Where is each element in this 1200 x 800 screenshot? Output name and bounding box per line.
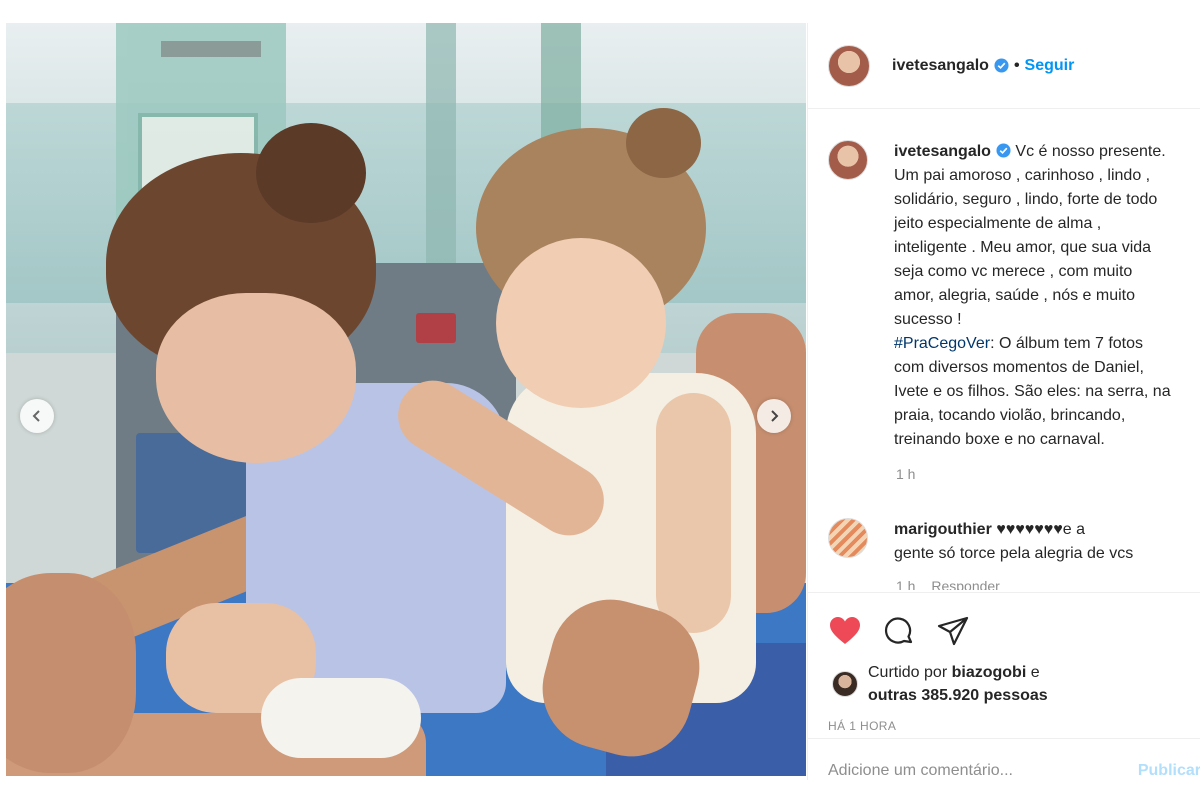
like-button[interactable] — [828, 614, 862, 648]
liked-by-suffix: e — [1030, 664, 1040, 681]
caption-text-line: amor, alegria, saúde , nós e muito — [894, 287, 1136, 304]
post-photo[interactable] — [6, 23, 806, 776]
liker-username[interactable]: biazogobi — [952, 664, 1027, 681]
post-sidebar: ivetesangalo • Seguir ivetesangalo Vc é … — [807, 23, 1200, 780]
commenter-username[interactable]: marigouthier — [894, 521, 992, 538]
post-time-ago[interactable]: HÁ 1 HORA — [808, 719, 1200, 733]
caption-text-line: Vc é nosso presente. — [1015, 143, 1166, 160]
share-button[interactable] — [936, 614, 970, 648]
caption-text-line: sucesso ! — [894, 311, 962, 328]
comment-input[interactable]: Adicione um comentário... — [828, 762, 1013, 780]
verified-badge-icon — [994, 58, 1009, 73]
carousel-prev-button[interactable] — [20, 399, 54, 433]
alt-text-line: Ivete e os filhos. São eles: na serra, n… — [894, 383, 1171, 400]
separator-dot: • — [1013, 56, 1020, 74]
reply-button[interactable]: Responder — [931, 578, 1000, 590]
caption-text-line: solidário, seguro , lindo, forte de todo — [894, 191, 1158, 208]
carousel-next-button[interactable] — [757, 399, 791, 433]
alt-text-line: com diversos momentos de Daniel, — [894, 359, 1144, 376]
heart-filled-icon — [830, 617, 860, 644]
caption-text-line: seja como vc merece , com muito — [894, 263, 1133, 280]
verified-badge-icon — [996, 143, 1011, 158]
liker-avatar[interactable] — [832, 671, 858, 697]
share-icon — [937, 616, 969, 646]
post-caption: ivetesangalo Vc é nosso presente. Um pai… — [808, 110, 1200, 452]
publish-button[interactable]: Publicar — [1138, 762, 1200, 780]
liked-by: Curtido por biazogobi e outras 385.920 p… — [808, 661, 1200, 707]
caption-username[interactable]: ivetesangalo — [894, 143, 991, 160]
comment-text: gente só torce pela alegria de vcs — [894, 545, 1134, 562]
comment-meta: 1 h Responder — [896, 578, 1200, 590]
caption-timestamp[interactable]: 1 h — [896, 466, 1200, 482]
author-avatar[interactable] — [828, 44, 870, 87]
chevron-left-icon — [32, 410, 40, 422]
comment-text: e a — [1062, 521, 1085, 538]
add-comment-bar: Adicione um comentário... Publicar — [808, 738, 1200, 780]
comments-list[interactable]: ivetesangalo Vc é nosso presente. Um pai… — [808, 110, 1200, 590]
caption-text-line: jeito especialmente de alma , — [894, 215, 1102, 232]
likes-count[interactable]: outras 385.920 pessoas — [868, 687, 1048, 704]
alt-text-line: praia, tocando violão, brincando, — [894, 407, 1126, 424]
author-username[interactable]: ivetesangalo — [892, 57, 989, 75]
comment-item: marigouthier ♥♥♥♥♥♥♥e a gente só torce p… — [808, 482, 1200, 566]
caption-text-line: Um pai amoroso , carinhoso , lindo , — [894, 167, 1151, 184]
alt-text-line: treinando boxe e no carnaval. — [894, 431, 1105, 448]
post-actions: Curtido por biazogobi e outras 385.920 p… — [808, 592, 1200, 733]
alt-text-line: : O álbum tem 7 fotos — [990, 335, 1144, 352]
hashtag-link[interactable]: #PraCegoVer — [894, 335, 990, 352]
comment-hearts: ♥♥♥♥♥♥♥ — [996, 521, 1063, 538]
caption-text-line: inteligente . Meu amor, que sua vida — [894, 239, 1152, 256]
liked-by-prefix: Curtido por — [868, 664, 948, 681]
comment-icon — [884, 617, 913, 644]
chevron-right-icon — [771, 410, 779, 422]
comment-timestamp[interactable]: 1 h — [896, 578, 915, 590]
caption-author-avatar[interactable] — [828, 140, 868, 180]
commenter-avatar[interactable] — [828, 518, 868, 558]
post-header: ivetesangalo • Seguir — [808, 23, 1200, 109]
follow-button[interactable]: Seguir — [1025, 57, 1075, 75]
comment-button[interactable] — [882, 614, 916, 648]
